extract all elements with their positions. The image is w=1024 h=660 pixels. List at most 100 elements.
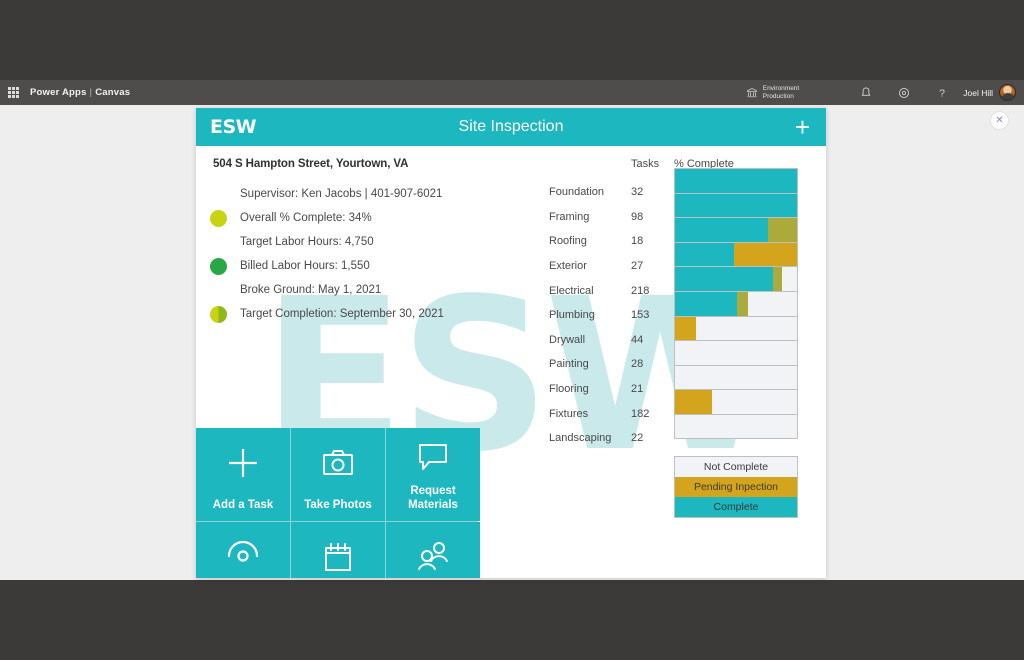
chart-bar-segment-pending [733, 242, 797, 267]
chart-bar-segment-pending-olive [737, 291, 749, 316]
site-inspection-app: ESW Site Inspection + ESW 504 S Hampton … [196, 108, 826, 578]
supervisor-text: Supervisor: Ken Jacobs | 401-907-6021 [240, 188, 443, 200]
chart-bar-segment-pending [675, 390, 712, 414]
user-menu[interactable]: Joel Hill [963, 84, 1016, 101]
chat-bubble-icon [386, 428, 480, 484]
desktop-bottom-band [0, 580, 1024, 660]
brand-separator: | [89, 87, 93, 98]
chart-bar-row [675, 291, 797, 317]
esw-logo: ESW [210, 115, 257, 138]
notification-bell-icon[interactable] [859, 86, 873, 100]
take-photos-button[interactable]: Take Photos [291, 428, 385, 521]
chart-bar-row [675, 193, 797, 219]
status-dot-slot [196, 209, 240, 227]
powerapps-product-label: Canvas [95, 87, 131, 98]
take-photos-label: Take Photos [304, 498, 372, 511]
page-title: Site Inspection [458, 118, 564, 135]
powerapps-brand[interactable]: Power Apps | Canvas [30, 87, 130, 98]
site-info-rows: Supervisor: Ken Jacobs | 401-907-6021 Ov… [196, 182, 556, 326]
app-launcher-icon[interactable] [0, 87, 26, 98]
broke-ground-text: Broke Ground: May 1, 2021 [240, 284, 382, 296]
task-name: Electrical [549, 284, 594, 297]
task-name: Roofing [549, 235, 587, 248]
list-item: Target Completion: September 30, 2021 [196, 302, 556, 326]
chart-bar-segment-none [675, 415, 797, 440]
add-task-button[interactable]: Add a Task [196, 428, 290, 521]
chart-bar-segment-pending-olive [767, 218, 797, 242]
chart-bar-segment-complete [675, 193, 797, 218]
task-count: 182 [631, 407, 650, 420]
environment-value: Production [762, 92, 794, 100]
legend-item-not-complete[interactable]: Not Complete [675, 457, 797, 477]
status-badge [209, 257, 227, 275]
status-dot-slot [196, 257, 240, 275]
task-name: Drywall [549, 333, 586, 346]
chart-bar-row [675, 341, 797, 366]
chart-bar-segment-none [712, 390, 797, 414]
billed-labor-hours-text: Billed Labor Hours: 1,550 [240, 260, 370, 272]
task-name: Painting [549, 358, 589, 371]
add-task-label: Add a Task [212, 498, 274, 511]
chart-bar-segment-pending [675, 316, 696, 341]
check-calendar-button[interactable]: Check Calendar [291, 522, 385, 578]
request-materials-button[interactable]: Request Materials [386, 428, 480, 521]
add-inspection-button[interactable]: + [793, 114, 812, 140]
chart-bar-segment-pending-olive [772, 267, 783, 291]
avatar[interactable] [999, 84, 1016, 101]
chart-bar-row [675, 267, 797, 292]
legend-item-pending-inspection[interactable]: Pending Inpection [675, 477, 797, 497]
legend-item-complete[interactable]: Complete [675, 497, 797, 517]
list-item: Overall % Complete: 34% [196, 206, 556, 230]
chart-bar-segment-complete [675, 218, 768, 242]
user-name-label: Joel Hill [963, 87, 993, 98]
app-body: ESW 504 S Hampton Street, Yourtown, VA S… [196, 146, 826, 578]
chart-bar-row [675, 242, 797, 268]
status-badge [209, 305, 227, 323]
task-name: Framing [549, 210, 590, 223]
desktop-top-band [0, 0, 1024, 80]
percent-complete-chart [674, 168, 798, 439]
calendar-icon [291, 522, 385, 578]
list-item: Supervisor: Ken Jacobs | 401-907-6021 [196, 182, 556, 206]
app-header: ESW Site Inspection + [196, 108, 826, 146]
chart-bar-row [675, 316, 797, 342]
chart-bar-segment-none [748, 292, 797, 316]
request-materials-label: Request Materials [408, 484, 458, 511]
chart-legend: Not Complete Pending Inpection Complete [674, 456, 798, 518]
task-name: Foundation [549, 186, 605, 199]
chart-bar-segment-complete [675, 242, 734, 267]
status-dot-slot [196, 305, 240, 323]
chart-bar-segment-none [675, 366, 797, 390]
target-labor-hours-text: Target Labor Hours: 4,750 [240, 236, 374, 248]
desktop-screen: Power Apps | Canvas Environment Production… [0, 0, 1024, 660]
task-name: Exterior [549, 260, 587, 273]
site-address: 504 S Hampton Street, Yourtown, VA [213, 158, 409, 170]
task-count: 22 [631, 432, 644, 445]
svg-text:?: ? [939, 87, 945, 99]
target-completion-text: Target Completion: September 30, 2021 [240, 308, 444, 320]
chart-bar-segment-none [675, 341, 797, 365]
chart-bar-segment-none [696, 317, 797, 341]
settings-gear-icon[interactable] [897, 86, 911, 100]
schedule-inspection-button[interactable]: Schedule Inspection [196, 522, 290, 578]
task-count: 32 [631, 186, 644, 199]
task-count: 18 [631, 235, 644, 248]
environment-indicator[interactable]: Environment Production [746, 85, 800, 100]
task-name: Fixtures [549, 407, 589, 420]
column-header-tasks: Tasks [631, 158, 660, 170]
environment-label: Environment [762, 85, 800, 93]
camera-icon [291, 428, 385, 498]
help-question-icon[interactable]: ? [935, 86, 949, 100]
status-badge [209, 209, 227, 227]
site-info-panel: 504 S Hampton Street, Yourtown, VA Super… [196, 146, 556, 326]
environment-icon [746, 87, 757, 97]
overall-complete-text: Overall % Complete: 34% [240, 212, 372, 224]
task-count: 27 [631, 260, 644, 273]
project-contacts-button[interactable]: Project Contacts [386, 522, 480, 578]
quick-action-tiles: Add a Task Take Photos Request Materials [196, 428, 480, 578]
powerapps-command-bar: Power Apps | Canvas Environment Production… [0, 80, 1024, 105]
task-count: 218 [631, 284, 650, 297]
powerapps-brand-label: Power Apps [30, 87, 87, 98]
radar-icon [196, 522, 290, 578]
close-icon[interactable]: ✕ [991, 112, 1008, 129]
